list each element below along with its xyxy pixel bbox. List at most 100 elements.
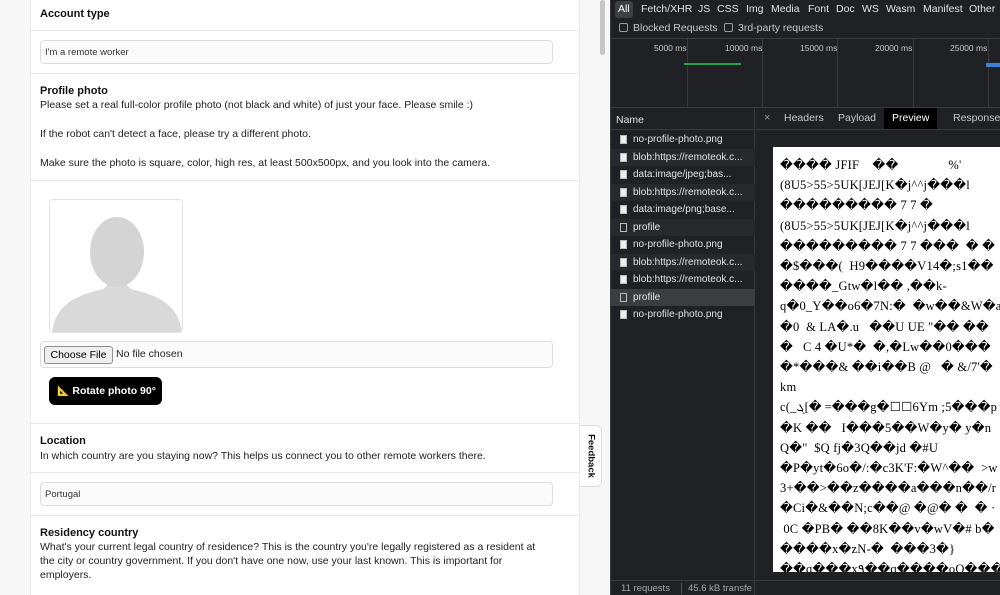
scrollbar-thumb[interactable] — [600, 0, 605, 55]
preview-line: ��q���x٩��q����oO��� — [780, 562, 1000, 572]
filter-js[interactable]: JS — [698, 3, 710, 15]
request-row[interactable]: no-profile-photo.png — [611, 131, 755, 149]
document-icon — [620, 222, 627, 232]
request-name: no-profile-photo.png — [633, 134, 723, 145]
request-list: Name no-profile-photo.png blob:https://r… — [611, 108, 755, 595]
filter-fetch-xhr[interactable]: Fetch/XHR — [641, 3, 692, 15]
image-icon — [620, 275, 627, 284]
grid-line — [988, 39, 989, 107]
feedback-tab[interactable]: Feedback — [580, 425, 602, 487]
timeline-bar — [684, 63, 741, 65]
filter-img[interactable]: Img — [746, 3, 764, 15]
divider — [31, 30, 579, 31]
file-icon — [620, 240, 627, 249]
timeline-tick: 10000 ms — [725, 43, 763, 53]
preview-line: �0 & LA�.u ��U UE "�� �� — [780, 319, 989, 334]
tab-response[interactable]: Response — [953, 108, 1000, 129]
request-name: data:image/jpeg;bas... — [633, 169, 732, 180]
preview-line: ����x�zN-� ���3�} — [780, 541, 956, 556]
filter-css[interactable]: CSS — [717, 3, 739, 15]
request-row[interactable]: blob:https://remoteok.c... — [611, 148, 755, 166]
request-name: no-profile-photo.png — [633, 239, 723, 250]
tab-preview[interactable]: Preview — [884, 108, 938, 129]
file-icon — [620, 135, 627, 144]
filter-wasm[interactable]: Wasm — [886, 3, 915, 15]
image-icon — [620, 205, 627, 214]
filter-all[interactable]: All — [615, 1, 633, 18]
request-row[interactable]: blob:https://remoteok.c... — [611, 253, 755, 271]
preview-line: ��������� 7 7 ��� � � — [780, 238, 996, 253]
grid-line — [687, 39, 688, 107]
filter-bar: All Fetch/XHR JS CSS Img Media Font Doc … — [611, 0, 1000, 19]
network-timeline[interactable]: 5000 ms 10000 ms 15000 ms 20000 ms 25000… — [611, 38, 1000, 108]
timeline-tick: 25000 ms — [950, 43, 988, 53]
filter-other[interactable]: Other — [969, 3, 995, 15]
detail-tabs: × Headers Payload Preview Response — [756, 108, 1000, 130]
preview-line: �Ci�&��N;c��@ �@� � � · — [780, 501, 996, 516]
request-name: no-profile-photo.png — [633, 309, 723, 320]
profile-photo-instructions: Please set a real full-color profile pho… — [40, 99, 474, 111]
separator — [681, 583, 682, 594]
profile-photo-title: Profile photo — [40, 85, 108, 97]
preview-line: km — [780, 380, 797, 395]
request-row[interactable]: no-profile-photo.png — [611, 306, 755, 324]
tab-headers[interactable]: Headers — [784, 108, 824, 129]
divider — [31, 180, 579, 181]
divider — [31, 515, 579, 516]
request-name: blob:https://remoteok.c... — [633, 151, 743, 163]
third-party-toggle[interactable]: 3rd-party requests — [724, 22, 823, 34]
preview-line: �P�yt�6o�/:�c3K'F:�W^�� >w — [780, 461, 998, 476]
location-description: In which country are you staying now? Th… — [40, 450, 486, 462]
divider — [31, 423, 579, 424]
preview-line: c(_ܓ[� =���g�☐☐6Ym ;5���p — [780, 400, 998, 415]
request-row[interactable]: no-profile-photo.png — [611, 236, 755, 254]
request-count: 11 requests — [621, 583, 670, 594]
rotate-photo-label: Rotate photo 90° — [72, 385, 156, 397]
request-name: profile — [633, 291, 661, 303]
file-status: No file chosen — [116, 348, 183, 360]
filter-doc[interactable]: Doc — [836, 3, 855, 15]
request-row[interactable]: blob:https://remoteok.c... — [611, 271, 755, 289]
preview-line: Q�" $Q fj�3Q��jd �#U — [780, 440, 939, 455]
tab-payload[interactable]: Payload — [838, 108, 876, 129]
name-column-header[interactable]: Name — [611, 108, 755, 130]
feedback-label: Feedback — [585, 434, 596, 478]
request-row[interactable]: profile — [611, 218, 755, 236]
image-icon — [620, 257, 627, 267]
close-icon[interactable]: × — [764, 108, 770, 129]
request-name: blob:https://remoteok.c... — [633, 274, 743, 285]
location-field[interactable]: Portugal — [40, 482, 553, 506]
filter-manifest[interactable]: Manifest — [923, 3, 963, 15]
avatar-placeholder-icon — [50, 200, 182, 332]
request-row-selected[interactable]: profile — [611, 288, 755, 306]
filter-font[interactable]: Font — [808, 3, 829, 15]
ruler-triangle-icon: 📐 — [57, 386, 70, 397]
preview-line: q�0_Y��o6�7N:� �w��&W�a — [780, 299, 1000, 314]
preview-line: ���� JFIF �� %' — [780, 158, 962, 172]
web-page: Account type I'm a remote worker Profile… — [0, 0, 610, 595]
residency-description-line3: employers. — [40, 569, 92, 581]
profile-photo-requirements: Make sure the photo is square, color, hi… — [40, 157, 491, 169]
choose-file-button[interactable]: Choose File — [44, 346, 113, 364]
account-type-field[interactable]: I'm a remote worker — [40, 40, 553, 64]
third-party-label: 3rd-party requests — [738, 22, 824, 34]
preview-line: �K �� I���5��W�y� y�n — [780, 420, 992, 435]
transfer-size: 45.6 kB transfe — [688, 583, 752, 594]
document-icon — [620, 292, 627, 302]
residency-description-line1: What's your current legal country of res… — [40, 541, 536, 553]
preview-line: 0C �PB� ��8K��v�wV�# b� — [780, 521, 995, 536]
account-type-title: Account type — [40, 8, 110, 20]
rotate-photo-button[interactable]: 📐 Rotate photo 90° — [49, 377, 162, 405]
request-name: profile — [633, 221, 661, 233]
filter-media[interactable]: Media — [771, 3, 800, 15]
residency-description-line2: the city or country government. If you d… — [40, 555, 503, 567]
request-row[interactable]: blob:https://remoteok.c... — [611, 183, 755, 201]
request-row[interactable]: data:image/jpeg;bas... — [611, 166, 755, 184]
file-input[interactable]: Choose File No file chosen — [40, 341, 553, 368]
grid-line — [913, 39, 914, 107]
filter-ws[interactable]: WS — [862, 3, 879, 15]
request-row[interactable]: data:image/png;base... — [611, 201, 755, 219]
divider — [31, 472, 579, 473]
request-name: blob:https://remoteok.c... — [633, 256, 743, 268]
blocked-requests-toggle[interactable]: Blocked Requests — [619, 22, 718, 34]
